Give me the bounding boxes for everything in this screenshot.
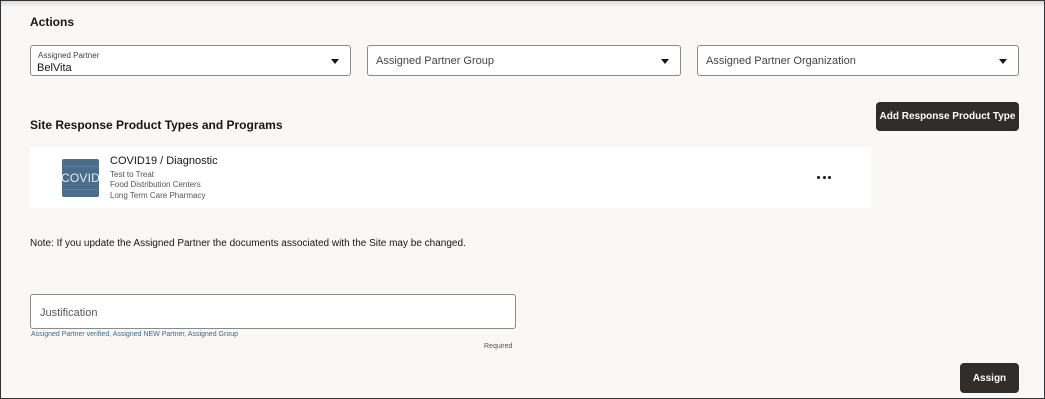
top-shadow <box>1 1 1044 7</box>
assigned-partner-label: Assigned Partner <box>38 51 100 60</box>
required-label: Required <box>484 343 513 350</box>
assigned-partner-group-select[interactable]: Assigned Partner Group <box>367 45 681 76</box>
more-horizontal-icon[interactable] <box>817 171 831 183</box>
assigned-partner-value: BelVita <box>37 62 72 74</box>
assigned-partner-note: Note: If you update the Assigned Partner… <box>30 238 466 249</box>
assigned-partner-select[interactable]: Assigned Partner BelVita <box>30 45 351 76</box>
justification-helper-text: Assigned Partner verified, Assigned NEW … <box>31 331 238 338</box>
products-section-title: Site Response Product Types and Programs <box>30 118 283 132</box>
product-program: Food Distribution Centers <box>110 180 201 189</box>
thumbnail-texture <box>62 189 99 190</box>
product-card: COVID COVID19 / Diagnostic Test to Treat… <box>30 147 871 208</box>
thumbnail-text: COVID <box>62 171 99 185</box>
caret-down-icon <box>661 59 669 64</box>
actions-panel: Actions Assigned Partner BelVita Assigne… <box>0 0 1045 399</box>
assigned-partner-group-placeholder: Assigned Partner Group <box>376 55 495 67</box>
actions-title: Actions <box>30 15 75 29</box>
product-title: COVID19 / Diagnostic <box>110 155 218 167</box>
add-response-product-type-button[interactable]: Add Response Product Type <box>876 102 1019 131</box>
product-program: Test to Treat <box>110 170 155 179</box>
justification-field[interactable] <box>30 294 516 330</box>
assigned-partner-organization-select[interactable]: Assigned Partner Organization <box>697 45 1019 76</box>
assign-button[interactable]: Assign <box>960 363 1019 393</box>
caret-down-icon <box>331 59 339 64</box>
caret-down-icon <box>999 59 1007 64</box>
product-thumbnail: COVID <box>62 159 99 197</box>
product-program: Long Term Care Pharmacy <box>110 191 206 200</box>
thumbnail-texture <box>62 166 99 167</box>
justification-input[interactable] <box>38 295 512 330</box>
assigned-partner-organization-placeholder: Assigned Partner Organization <box>706 55 856 67</box>
